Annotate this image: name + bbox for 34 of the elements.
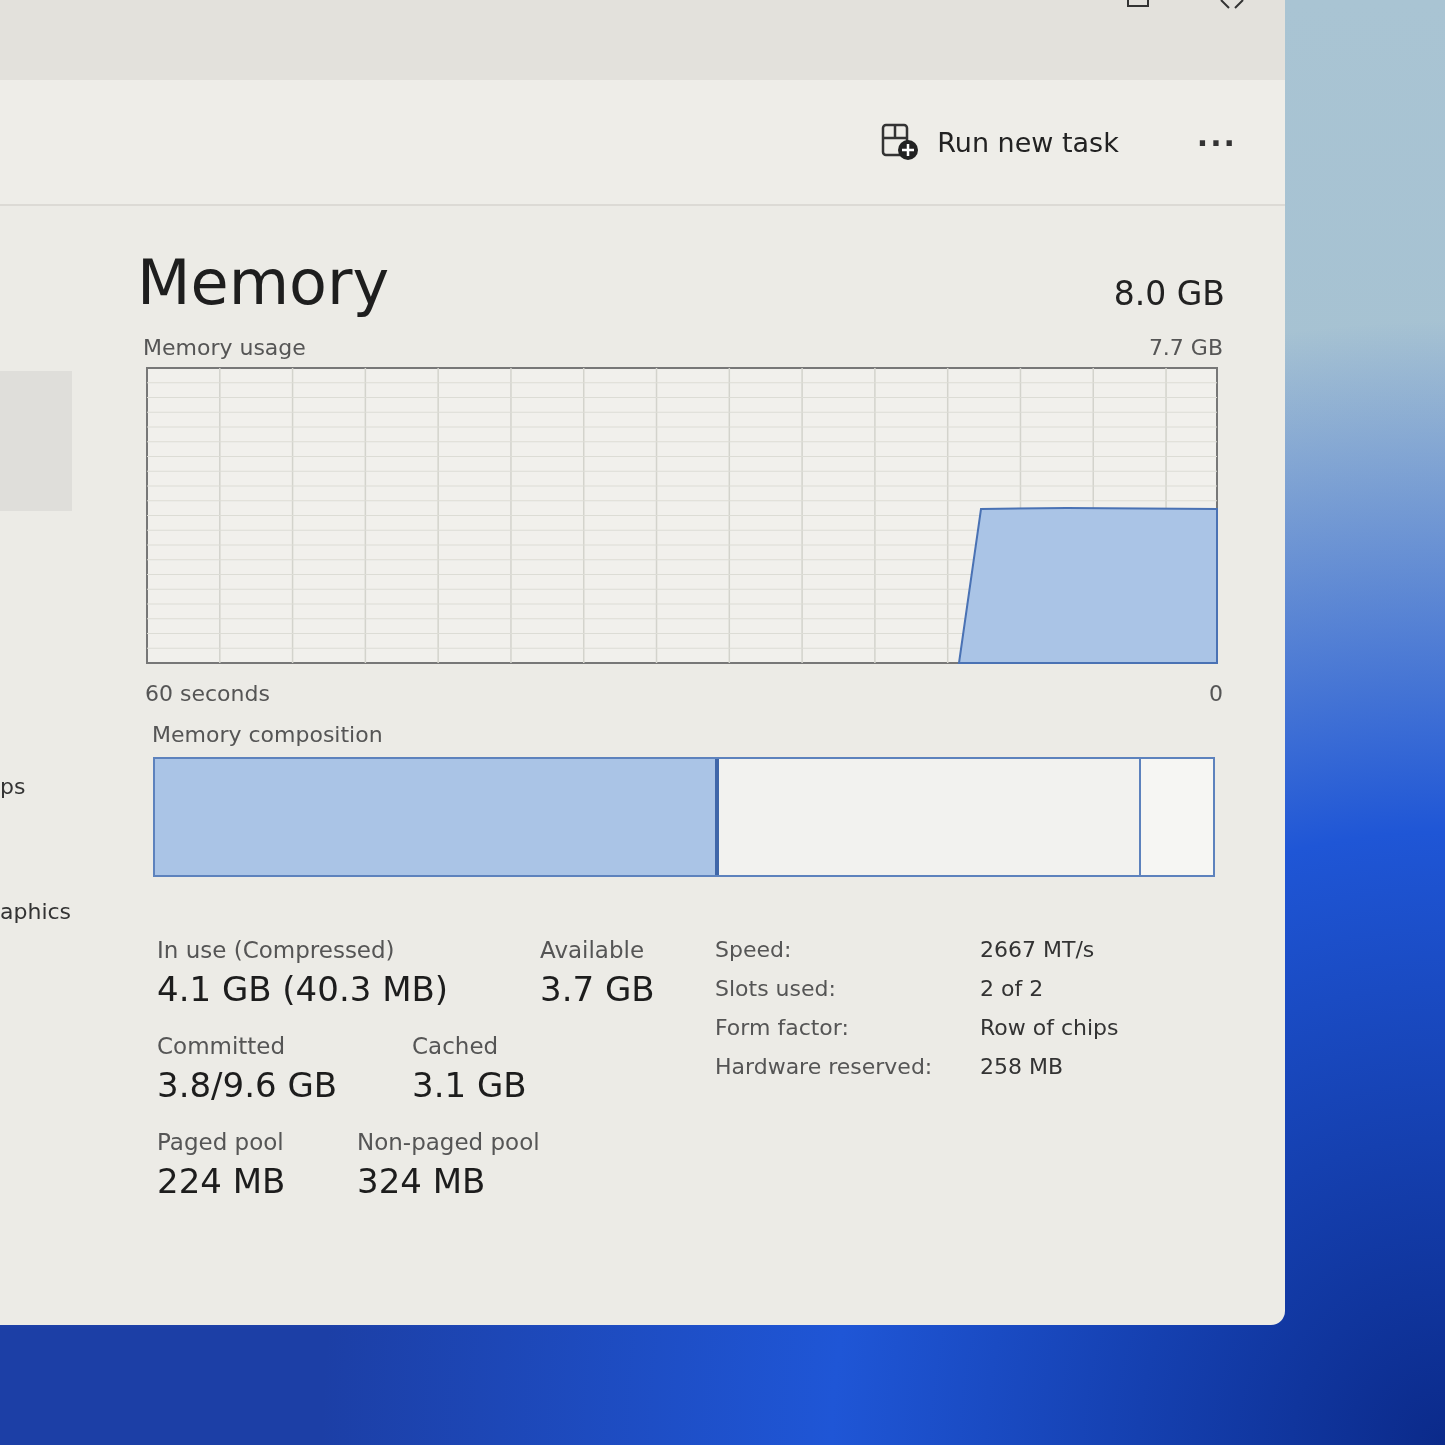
stat-value: 3.1 GB [412,1064,528,1108]
detail-value: 2667 MT/s [980,937,1096,962]
sidebar-item[interactable]: ps [0,731,72,841]
detail-label: Slots used: [715,976,837,1001]
detail-label: Hardware reserved: [715,1054,934,1079]
detail-label: Speed: [715,937,793,962]
close-icon[interactable] [1219,0,1245,10]
stat-value: 3.8/9.6 GB [157,1064,339,1108]
stat-value: 4.1 GB (40.3 MB) [157,968,450,1011]
stat-label: Paged pool [157,1129,285,1156]
page-title: Memory [137,246,390,319]
maximize-icon[interactable] [1127,0,1149,8]
time-axis-end: 0 [1209,681,1223,706]
new-task-icon [881,123,920,161]
sidebar-item[interactable]: aphics [0,856,72,966]
stat-value: 3.7 GB [540,968,656,1011]
detail-value: 2 of 2 [980,976,1045,1001]
total-memory: 8.0 GB [1113,274,1225,315]
stat-label: Available [540,937,646,963]
more-options-button[interactable]: ... [1188,117,1245,167]
composition-label: Memory composition [152,722,383,747]
time-axis-start: 60 seconds [145,681,270,706]
stat-value: 324 MB [357,1160,487,1204]
stat-label: In use (Compressed) [157,937,396,963]
graph-max-label: 7.7 GB [1148,335,1223,360]
stat-label: Cached [412,1033,500,1060]
stat-label: Non-paged pool [357,1129,541,1156]
detail-value: Row of chips [980,1015,1119,1040]
stat-label: Committed [157,1033,287,1060]
graph-label: Memory usage [143,335,306,360]
detail-label: Form factor: [715,1015,850,1040]
stat-value: 224 MB [157,1160,287,1204]
run-new-task-button[interactable]: Run new task [871,117,1129,167]
detail-value: 258 MB [980,1054,1065,1079]
